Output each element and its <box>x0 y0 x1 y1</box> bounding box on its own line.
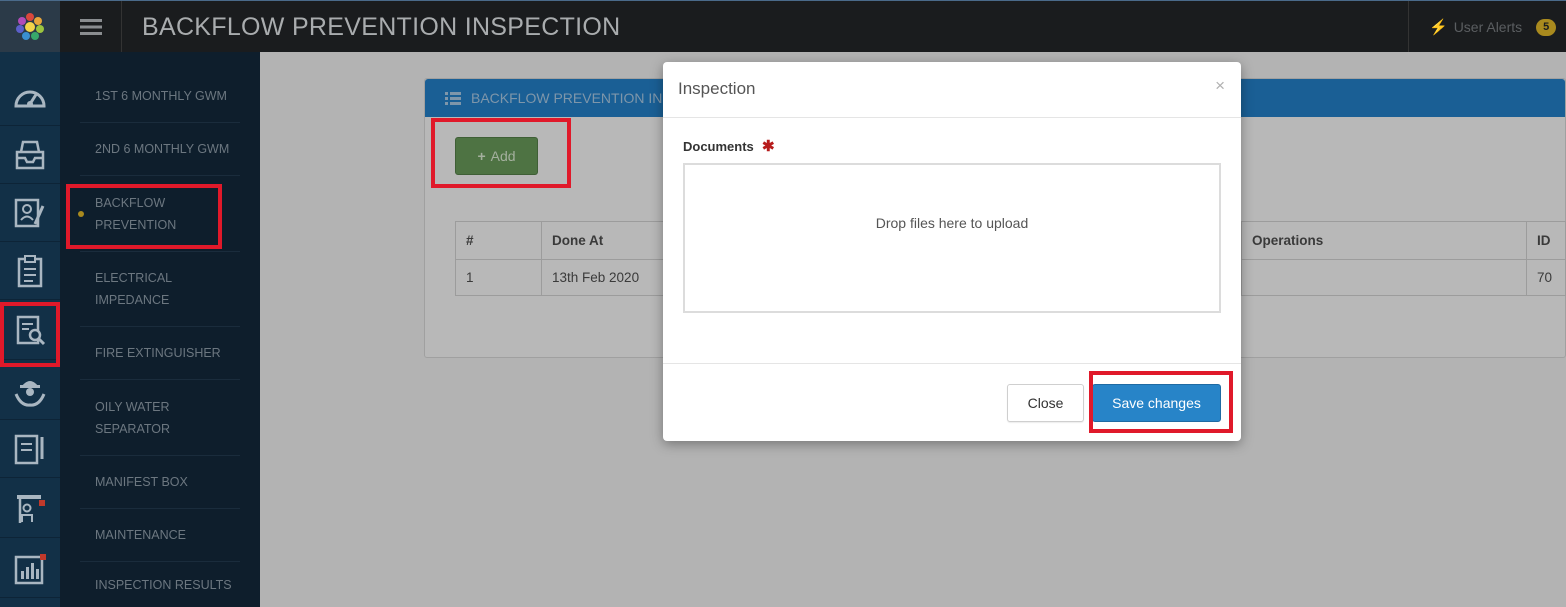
subnav-item-label: ELECTRICAL <box>95 271 173 285</box>
rail-item-training[interactable] <box>0 480 60 538</box>
subnav-item-label: 2ND 6 MONTHLY GWM <box>95 142 230 156</box>
inbox-tray-icon <box>15 140 45 169</box>
subnav-item-label: MANIFEST BOX <box>95 475 188 489</box>
subnav-item-manifest-box[interactable]: MANIFEST BOX <box>80 456 240 509</box>
user-alerts-label: User Alerts <box>1453 19 1523 35</box>
modal-close-x-button[interactable]: × <box>1215 76 1225 96</box>
subnav-item-inspection-results[interactable]: INSPECTION RESULTS <box>80 562 240 607</box>
user-alerts-button[interactable]: ⚡ User Alerts 5 <box>1408 1 1566 53</box>
subnav-item-label: MAINTENANCE <box>95 528 186 542</box>
rail-item-safety[interactable] <box>0 362 60 420</box>
panel-title: BACKFLOW PREVENTION INSP <box>471 90 682 106</box>
subnav-item-1st-6-monthly-gwm[interactable]: 1ST 6 MONTHLY GWM <box>80 70 240 123</box>
highlight-save-button <box>1089 371 1233 433</box>
bar-chart-icon <box>14 553 46 584</box>
flower-logo-icon <box>16 13 44 40</box>
clipboard-checklist-icon <box>17 254 43 287</box>
page-title: BACKFLOW PREVENTION INSPECTION <box>142 13 621 41</box>
cell-operations <box>1241 259 1527 296</box>
column-header-number[interactable]: # <box>455 221 542 260</box>
rail-item-inbox[interactable] <box>0 126 60 184</box>
subnav-item-label: INSPECTION RESULTS <box>95 577 232 592</box>
alerts-count-badge: 5 <box>1536 18 1557 36</box>
notebook-pen-icon <box>14 434 44 464</box>
top-bar: BACKFLOW PREVENTION INSPECTION ⚡ User Al… <box>0 0 1566 53</box>
subnav-item-label: OILY WATER <box>95 399 170 414</box>
subnav-item-maintenance[interactable]: MAINTENANCE <box>80 509 240 562</box>
dropzone-text: Drop files here to upload <box>875 215 1029 231</box>
cell-id: 70 <box>1526 259 1566 296</box>
profile-edit-icon <box>14 198 45 227</box>
modal-header: Inspection × <box>663 62 1241 118</box>
lightning-icon: ⚡ <box>1429 19 1448 36</box>
highlight-add-button <box>431 118 571 188</box>
column-header-operations[interactable]: Operations <box>1241 221 1527 260</box>
app-logo[interactable] <box>0 1 60 53</box>
hamburger-icon <box>79 19 102 35</box>
highlight-backflow-nav <box>66 184 222 249</box>
subnav-item-label-block: ELECTRICAL IMPEDANCE <box>95 267 172 311</box>
rail-item-profile[interactable] <box>0 184 60 242</box>
dashboard-icon <box>14 90 46 107</box>
modal-title: Inspection <box>678 79 756 98</box>
subnav-item-label: IMPEDANCE <box>95 293 170 307</box>
cell-number: 1 <box>455 259 542 296</box>
rail-item-checklist[interactable] <box>0 242 60 300</box>
subnav-item-label: SEPARATOR <box>95 421 171 436</box>
list-icon <box>445 91 461 105</box>
column-header-id[interactable]: ID <box>1526 221 1566 260</box>
subnav-item-label: FIRE EXTINGUISHER <box>95 346 221 360</box>
required-asterisk-icon: ✱ <box>762 138 775 155</box>
rail-item-dashboard[interactable] <box>0 68 60 126</box>
safety-worker-icon <box>14 380 46 407</box>
subnav-item-label: 1ST 6 MONTHLY GWM <box>95 89 227 103</box>
subnav-item-electrical-impedance[interactable]: ELECTRICAL IMPEDANCE <box>80 252 240 327</box>
rail-item-reports[interactable] <box>0 540 60 598</box>
highlight-inspection-rail <box>0 302 60 367</box>
rail-item-notebook[interactable] <box>0 420 60 478</box>
documents-label: Documents <box>683 139 754 154</box>
close-button[interactable]: Close <box>1007 384 1084 422</box>
subnav-item-fire-extinguisher[interactable]: FIRE EXTINGUISHER <box>80 327 240 380</box>
file-dropzone[interactable]: Drop files here to upload <box>683 163 1221 313</box>
sub-navigation: 1ST 6 MONTHLY GWM 2ND 6 MONTHLY GWM BACK… <box>60 52 260 607</box>
subnav-item-oily-water-separator[interactable]: OILY WATER SEPARATOR <box>80 380 240 456</box>
subnav-item-2nd-6-monthly-gwm[interactable]: 2ND 6 MONTHLY GWM <box>80 123 240 176</box>
training-presenter-icon <box>17 494 45 523</box>
subnav-item-label-block: OILY WATER SEPARATOR <box>95 396 170 440</box>
hamburger-menu-button[interactable] <box>60 1 122 53</box>
